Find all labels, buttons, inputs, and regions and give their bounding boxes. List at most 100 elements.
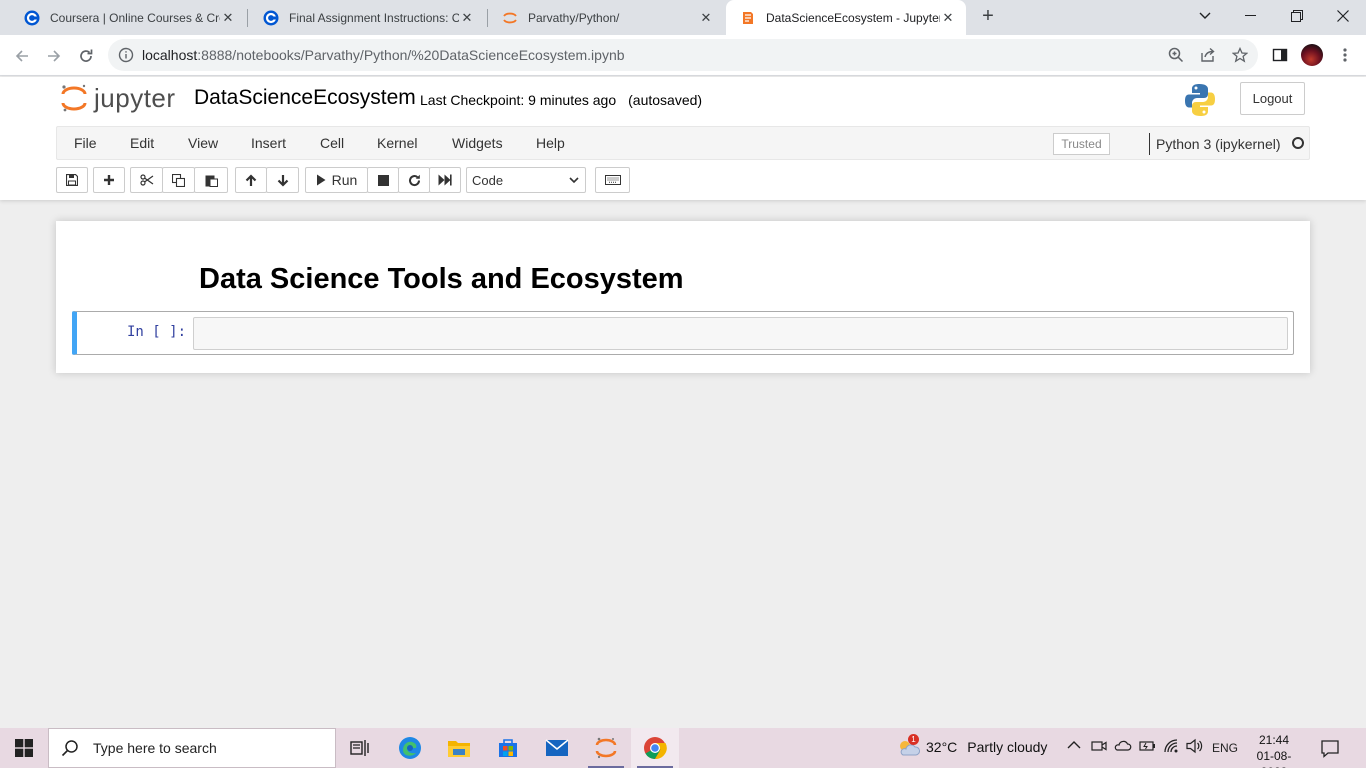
chrome-menu-button[interactable]: [1333, 43, 1357, 67]
menu-file[interactable]: File: [74, 135, 97, 151]
profile-avatar[interactable]: [1301, 44, 1323, 66]
back-button[interactable]: [8, 42, 36, 70]
restore-button[interactable]: [1274, 0, 1320, 32]
restart-kernel-button[interactable]: [398, 167, 430, 193]
task-view-icon: [350, 740, 369, 756]
language-indicator[interactable]: ENG: [1212, 741, 1238, 755]
show-hidden-icons-button[interactable]: [1067, 738, 1081, 753]
windows-icon: [15, 739, 33, 757]
code-input[interactable]: [193, 317, 1288, 350]
menu-insert[interactable]: Insert: [251, 135, 286, 151]
taskbar-store[interactable]: [484, 728, 532, 768]
code-cell[interactable]: In [ ]:: [72, 311, 1294, 355]
tab-final-assignment[interactable]: Final Assignment Instructions: Create ✕: [249, 0, 485, 35]
cut-button[interactable]: [130, 167, 163, 193]
reload-button[interactable]: [72, 42, 100, 70]
command-palette-button[interactable]: [595, 167, 630, 193]
insert-cell-button[interactable]: [93, 167, 125, 193]
chevron-down-icon: [569, 176, 579, 183]
speaker-icon: [1186, 738, 1203, 754]
close-tab-icon[interactable]: ✕: [698, 10, 714, 26]
scissors-icon: [139, 174, 153, 186]
taskbar-chrome[interactable]: [631, 728, 679, 768]
run-button[interactable]: Run: [305, 167, 368, 193]
zoom-icon: [1168, 47, 1184, 63]
copy-button[interactable]: [162, 167, 195, 193]
jupyter-wordmark: jupyter: [94, 82, 176, 113]
interrupt-button[interactable]: [367, 167, 399, 193]
clock[interactable]: 21:44 01-08-2023: [1244, 732, 1304, 768]
menu-widgets[interactable]: Widgets: [452, 135, 503, 151]
close-tab-icon[interactable]: ✕: [220, 10, 236, 26]
menu-cell[interactable]: Cell: [320, 135, 344, 151]
new-tab-button[interactable]: +: [976, 5, 1000, 29]
menu-edit[interactable]: Edit: [130, 135, 154, 151]
menu-view[interactable]: View: [188, 135, 218, 151]
address-bar[interactable]: localhost:8888/notebooks/Parvathy/Python…: [108, 39, 1258, 71]
tray-onedrive[interactable]: [1114, 738, 1132, 757]
chevron-up-icon: [1067, 741, 1081, 749]
restart-icon: [408, 174, 420, 186]
notification-center-button[interactable]: [1320, 738, 1340, 761]
weather-badge: 1: [908, 734, 919, 745]
notebook-icon: [743, 11, 753, 24]
tray-battery[interactable]: [1139, 738, 1157, 757]
move-down-button[interactable]: [266, 167, 299, 193]
tab-title: Coursera | Online Courses & Credentials: [50, 10, 220, 25]
tab-coursera[interactable]: Coursera | Online Courses & Credentials …: [10, 0, 246, 35]
taskbar-file-explorer[interactable]: [435, 728, 483, 768]
tray-volume[interactable]: [1186, 738, 1204, 757]
taskbar-jupyter[interactable]: [582, 728, 630, 768]
paste-button[interactable]: [194, 167, 228, 193]
menu-help[interactable]: Help: [536, 135, 565, 151]
task-view-button[interactable]: [336, 728, 384, 768]
share-button[interactable]: [1196, 43, 1220, 67]
edge-icon: [399, 737, 421, 759]
zoom-button[interactable]: [1164, 43, 1188, 67]
clock-date: 01-08-2023: [1256, 749, 1292, 768]
copy-icon: [172, 173, 185, 187]
tray-meet-now[interactable]: [1091, 738, 1107, 757]
tab-search-button[interactable]: [1182, 0, 1228, 32]
close-tab-icon[interactable]: ✕: [940, 10, 956, 26]
coursera-icon: [24, 10, 40, 25]
python-logo-icon: [1185, 84, 1215, 116]
notebook-name[interactable]: DataScienceEcosystem: [194, 86, 416, 110]
power-plug-icon: [1139, 741, 1155, 751]
taskbar-edge[interactable]: [386, 728, 434, 768]
close-tab-icon[interactable]: ✕: [459, 10, 475, 26]
move-up-button[interactable]: [235, 167, 267, 193]
jupyter-logo[interactable]: jupyter: [60, 82, 176, 114]
weather-widget[interactable]: 1 32°C Partly cloudy: [896, 734, 1047, 758]
temperature: 32°C: [926, 739, 958, 755]
mail-icon: [545, 739, 569, 756]
close-window-button[interactable]: [1320, 0, 1366, 32]
store-icon: [499, 739, 517, 757]
start-button[interactable]: [0, 728, 48, 768]
paste-icon: [205, 175, 218, 187]
bookmark-button[interactable]: [1228, 43, 1252, 67]
side-panel-button[interactable]: [1268, 43, 1292, 67]
menu-kernel[interactable]: Kernel: [377, 135, 417, 151]
tray-network[interactable]: [1163, 738, 1181, 757]
taskbar-mail[interactable]: [533, 728, 581, 768]
trusted-indicator[interactable]: Trusted: [1053, 133, 1110, 155]
cell-type-select[interactable]: Code: [466, 167, 586, 193]
info-icon[interactable]: [118, 47, 134, 63]
minimize-button[interactable]: [1228, 0, 1274, 32]
forward-button[interactable]: [40, 42, 68, 70]
logout-button[interactable]: Logout: [1240, 82, 1305, 115]
tab-title: Final Assignment Instructions: Create: [289, 10, 459, 25]
tab-parvathy-python[interactable]: Parvathy/Python/ ✕: [488, 0, 724, 35]
taskbar-search[interactable]: Type here to search: [48, 728, 336, 768]
play-icon: [316, 174, 326, 186]
save-button[interactable]: [56, 167, 88, 193]
restore-icon: [1291, 10, 1303, 22]
tab-datascienceecosystem[interactable]: DataScienceEcosystem - Jupyter Notebook …: [726, 0, 966, 35]
restart-run-all-button[interactable]: [429, 167, 461, 193]
markdown-heading[interactable]: Data Science Tools and Ecosystem: [199, 263, 684, 296]
chevron-down-icon: [1199, 12, 1211, 19]
menu-bar: File Edit View Insert Cell Kernel Widget…: [56, 126, 1310, 160]
browser-tab-strip: Coursera | Online Courses & Credentials …: [0, 0, 1366, 35]
arrow-down-icon: [277, 174, 288, 187]
